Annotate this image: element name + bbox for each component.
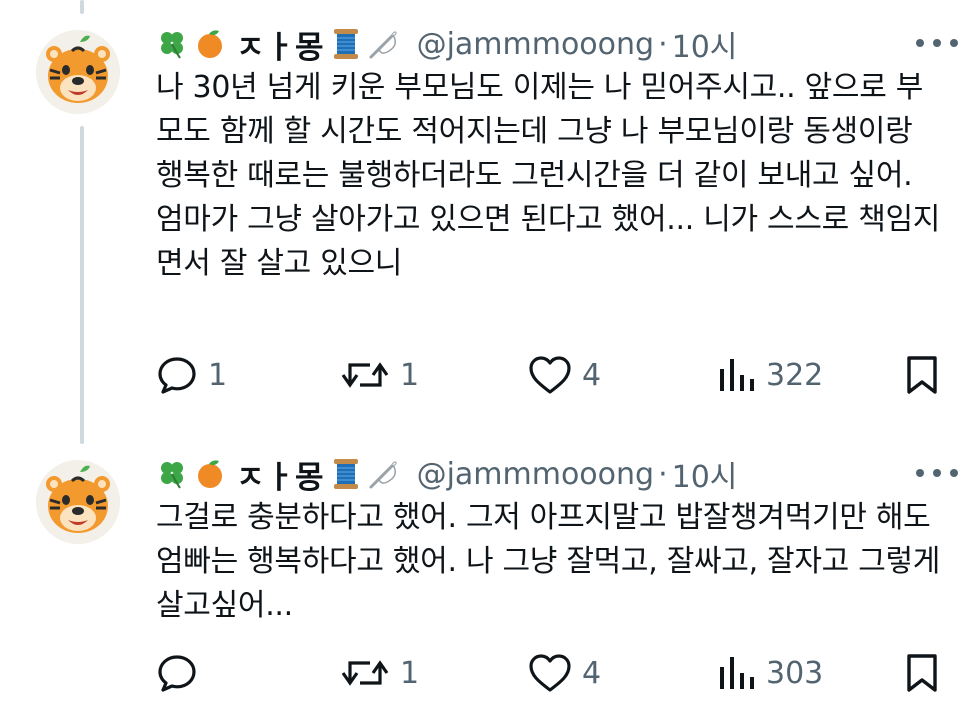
thread-connector-line bbox=[80, 0, 84, 14]
reply-button[interactable]: 1 bbox=[156, 353, 227, 397]
display-name[interactable]: ㅈㅏ몽 bbox=[236, 452, 325, 497]
tiger-face-icon bbox=[36, 460, 120, 544]
view-count: 303 bbox=[766, 655, 824, 691]
user-handle[interactable]: @jammmooong bbox=[417, 27, 655, 62]
tiger-face-icon bbox=[36, 30, 120, 114]
sewing-needle-icon bbox=[367, 27, 401, 61]
tweet-header: ㅈㅏ몽 @jammmooong · 10시 bbox=[156, 452, 737, 496]
reply-icon bbox=[158, 357, 196, 394]
header-separator: · bbox=[658, 456, 668, 492]
heart-icon bbox=[529, 654, 571, 692]
reply-button[interactable] bbox=[156, 651, 208, 695]
tangerine-icon bbox=[194, 28, 226, 60]
tweet-text: 그걸로 충분하다고 했어. 그저 아프지말고 밥잘챙겨먹기만 해도 엄빠는 행복… bbox=[156, 496, 946, 628]
tweet-actions: 1 4 303 bbox=[156, 651, 946, 695]
user-handle[interactable]: @jammmooong bbox=[417, 457, 655, 492]
repost-icon bbox=[341, 362, 389, 388]
four-leaf-clover-icon bbox=[156, 458, 188, 490]
tweet-actions: 1 1 4 322 bbox=[156, 353, 946, 397]
view-count: 322 bbox=[766, 357, 824, 393]
like-count: 4 bbox=[582, 357, 602, 393]
avatar[interactable] bbox=[36, 460, 120, 544]
views-button[interactable]: 322 bbox=[716, 353, 823, 397]
heart-icon bbox=[529, 356, 571, 394]
post-time[interactable]: 10시 bbox=[672, 452, 738, 496]
thread-connector-line bbox=[80, 126, 84, 444]
tweet-paragraph: 나 30년 넘게 키운 부모님도 이제는 나 믿어주시고.. 앞으로 부모도 함… bbox=[156, 70, 924, 193]
more-options-icon[interactable] bbox=[916, 466, 958, 480]
reply-icon bbox=[158, 655, 196, 692]
thread-spool-icon bbox=[331, 27, 361, 61]
bookmark-icon bbox=[907, 356, 937, 394]
four-leaf-clover-icon bbox=[156, 28, 188, 60]
sewing-needle-icon bbox=[367, 457, 401, 491]
bookmark-button[interactable] bbox=[904, 353, 950, 397]
header-separator: · bbox=[658, 26, 668, 62]
repost-button[interactable]: 1 bbox=[340, 353, 419, 397]
more-options-icon[interactable] bbox=[916, 36, 958, 50]
views-button[interactable]: 303 bbox=[716, 651, 823, 695]
thread-spool-icon bbox=[331, 457, 361, 491]
bookmark-icon bbox=[907, 654, 937, 692]
like-button[interactable]: 4 bbox=[528, 651, 601, 695]
repost-count: 1 bbox=[400, 357, 420, 393]
repost-button[interactable]: 1 bbox=[340, 651, 419, 695]
tweet-header: ㅈㅏ몽 @jammmooong · 10시 bbox=[156, 22, 737, 66]
display-name[interactable]: ㅈㅏ몽 bbox=[236, 22, 325, 67]
bookmark-button[interactable] bbox=[904, 651, 950, 695]
avatar[interactable] bbox=[36, 30, 120, 114]
like-count: 4 bbox=[582, 655, 602, 691]
analytics-bar-icon bbox=[720, 359, 754, 391]
tangerine-icon bbox=[194, 458, 226, 490]
like-button[interactable]: 4 bbox=[528, 353, 601, 397]
tweet-paragraph: 엄마가 그냥 살아가고 있으면 된다고 했어... 니가 스스로 책임지면서 잘… bbox=[156, 202, 941, 281]
repost-count: 1 bbox=[400, 655, 420, 691]
tweet-text: 나 30년 넘게 키운 부모님도 이제는 나 믿어주시고.. 앞으로 부모도 함… bbox=[156, 66, 946, 286]
post-time[interactable]: 10시 bbox=[672, 22, 738, 66]
repost-icon bbox=[341, 660, 389, 686]
reply-count: 1 bbox=[208, 357, 228, 393]
analytics-bar-icon bbox=[720, 657, 754, 689]
tweet-paragraph: 그걸로 충분하다고 했어. 그저 아프지말고 밥잘챙겨먹기만 해도 엄빠는 행복… bbox=[156, 500, 941, 623]
